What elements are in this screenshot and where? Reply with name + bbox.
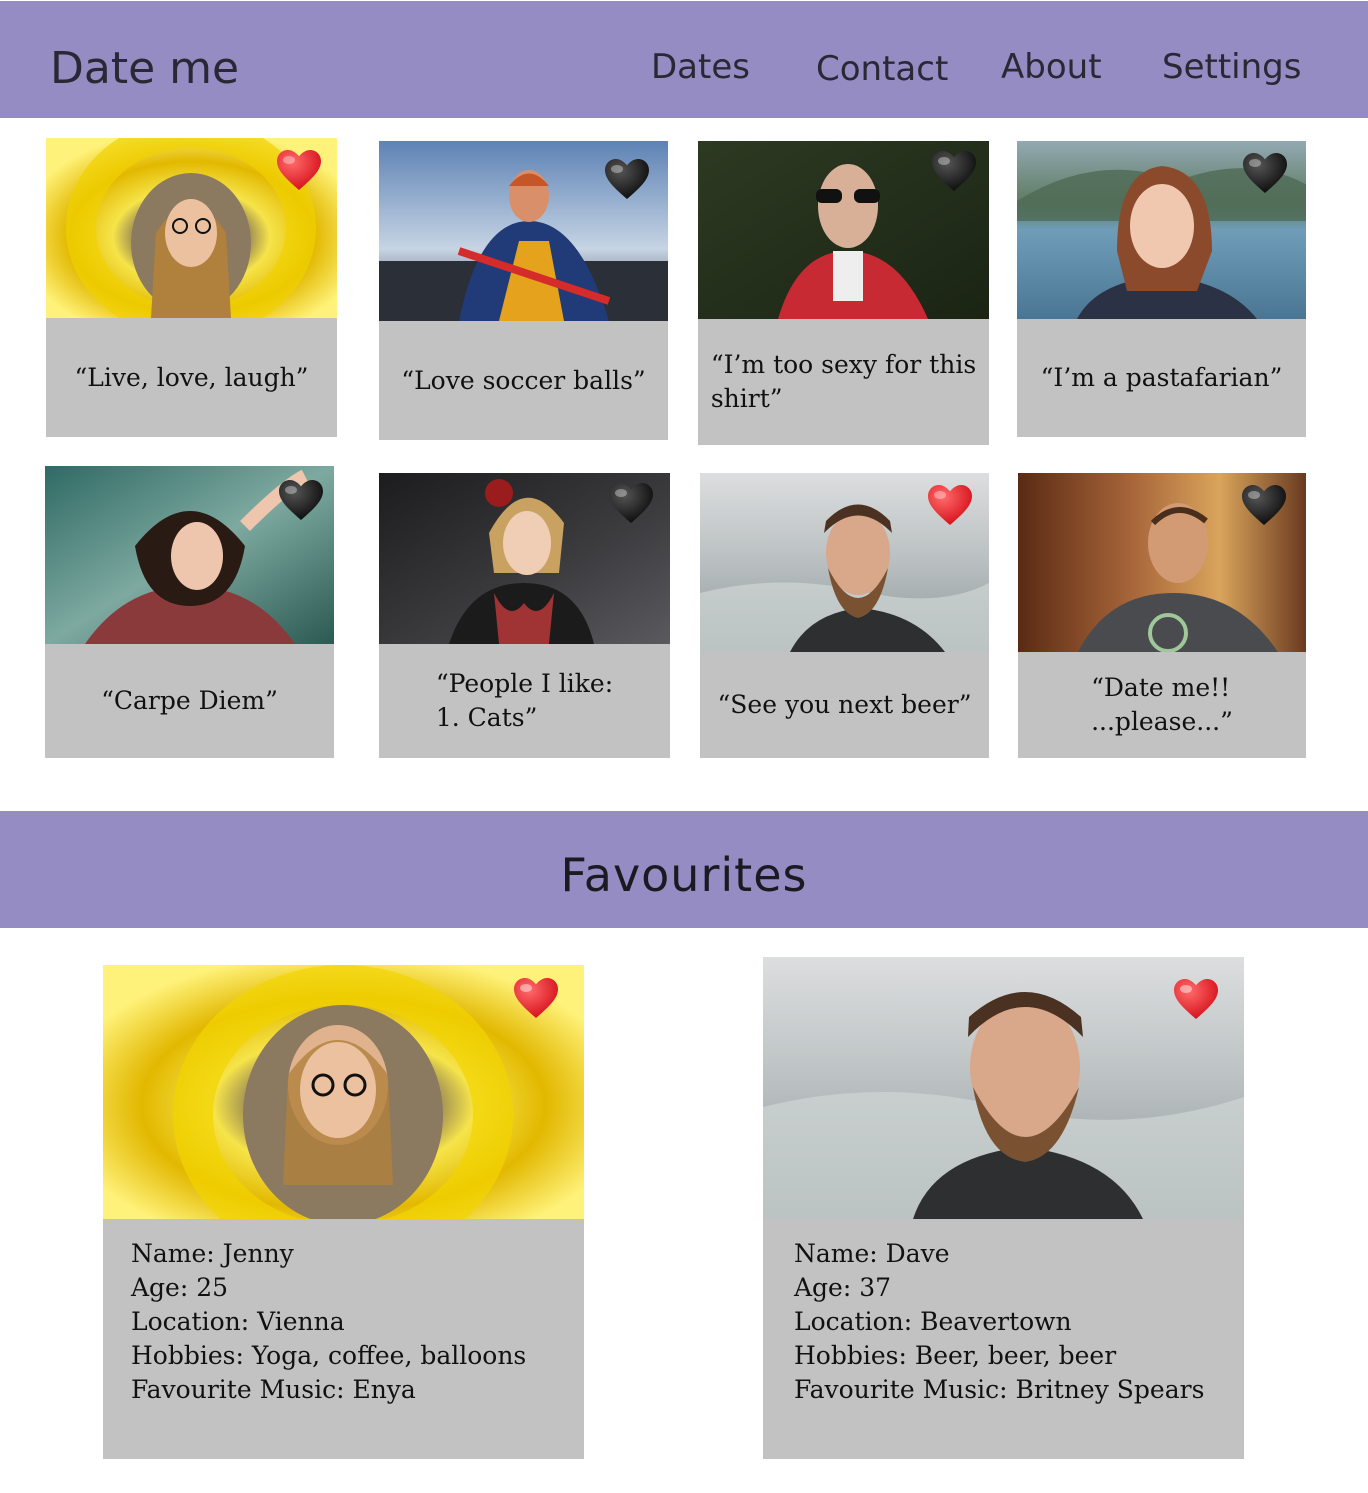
quote-caption: “Love soccer balls” xyxy=(379,321,668,440)
nav-settings[interactable]: Settings xyxy=(1162,45,1301,89)
profile-age: Age: 25 xyxy=(131,1273,229,1302)
quote-caption: “Live, love, laugh” xyxy=(46,318,337,437)
black-heart-icon[interactable] xyxy=(1240,481,1288,529)
nav-dates[interactable]: Dates xyxy=(651,45,750,89)
black-heart-icon[interactable] xyxy=(607,479,655,527)
quote-caption: “I’m too sexy for this shirt” xyxy=(698,319,989,445)
quote-text: “Live, love, laugh” xyxy=(74,362,309,392)
date-card[interactable]: “I’m a pastafarian” xyxy=(1017,141,1306,437)
quote-caption: “Carpe Diem” xyxy=(45,644,334,758)
black-heart-icon[interactable] xyxy=(930,147,978,195)
red-heart-icon[interactable] xyxy=(1172,975,1220,1023)
quote-text: “Date me!! ...please...” xyxy=(1091,673,1233,736)
profile-info: Name: Dave Age: 37 Location: Beavertown … xyxy=(763,1219,1244,1459)
profile-name: Name: Dave xyxy=(794,1239,950,1268)
quote-text: “People I like: 1. Cats” xyxy=(435,669,614,732)
profile-hobbies: Hobbies: Beer, beer, beer xyxy=(794,1341,1117,1370)
quote-caption: “Date me!! ...please...” xyxy=(1018,652,1306,758)
date-card[interactable]: “Live, love, laugh” xyxy=(46,138,337,437)
quote-text: “Love soccer balls” xyxy=(401,365,646,395)
date-card[interactable]: “See you next beer” xyxy=(700,473,989,758)
quote-caption: “I’m a pastafarian” xyxy=(1017,319,1306,437)
profile-location: Location: Vienna xyxy=(131,1307,345,1336)
red-heart-icon[interactable] xyxy=(926,481,974,529)
favourites-title: Favourites xyxy=(560,848,808,902)
quote-text: “See you next beer” xyxy=(717,690,972,719)
profile-info: Name: Jenny Age: 25 Location: Vienna Hob… xyxy=(103,1219,584,1459)
quote-caption: “People I like: 1. Cats” xyxy=(379,644,670,758)
date-card[interactable]: “Date me!! ...please...” xyxy=(1018,473,1306,758)
black-heart-icon[interactable] xyxy=(277,476,325,524)
red-heart-icon[interactable] xyxy=(275,146,323,194)
brand-title[interactable]: Date me xyxy=(50,43,239,95)
date-card[interactable]: “Love soccer balls” xyxy=(379,141,668,440)
profile-music: Favourite Music: Britney Spears xyxy=(794,1375,1205,1404)
top-navbar: Date me Dates Contact About Settings xyxy=(0,1,1368,118)
profile-music: Favourite Music: Enya xyxy=(131,1375,416,1404)
black-heart-icon[interactable] xyxy=(603,155,651,203)
quote-text: “Carpe Diem” xyxy=(101,686,278,715)
red-heart-icon[interactable] xyxy=(512,974,560,1022)
profile-age: Age: 37 xyxy=(794,1273,892,1302)
nav-about[interactable]: About xyxy=(1001,45,1102,89)
black-heart-icon[interactable] xyxy=(1241,149,1289,197)
quote-text: “I’m a pastafarian” xyxy=(1040,363,1283,392)
profile-name: Name: Jenny xyxy=(131,1239,294,1268)
date-card[interactable]: “People I like: 1. Cats” xyxy=(379,473,670,758)
quote-caption: “See you next beer” xyxy=(700,652,989,758)
favourites-header: Favourites xyxy=(0,811,1368,928)
profile-location: Location: Beavertown xyxy=(794,1307,1072,1336)
date-card[interactable]: “Carpe Diem” xyxy=(45,466,334,758)
profile-hobbies: Hobbies: Yoga, coffee, balloons xyxy=(131,1341,527,1370)
quote-text: “I’m too sexy for this shirt” xyxy=(710,350,977,413)
nav-contact[interactable]: Contact xyxy=(816,47,948,91)
favourite-card-jenny[interactable]: Name: Jenny Age: 25 Location: Vienna Hob… xyxy=(103,965,584,1459)
favourite-card-dave[interactable]: Name: Dave Age: 37 Location: Beavertown … xyxy=(763,957,1244,1459)
date-card[interactable]: “I’m too sexy for this shirt” xyxy=(698,141,989,445)
